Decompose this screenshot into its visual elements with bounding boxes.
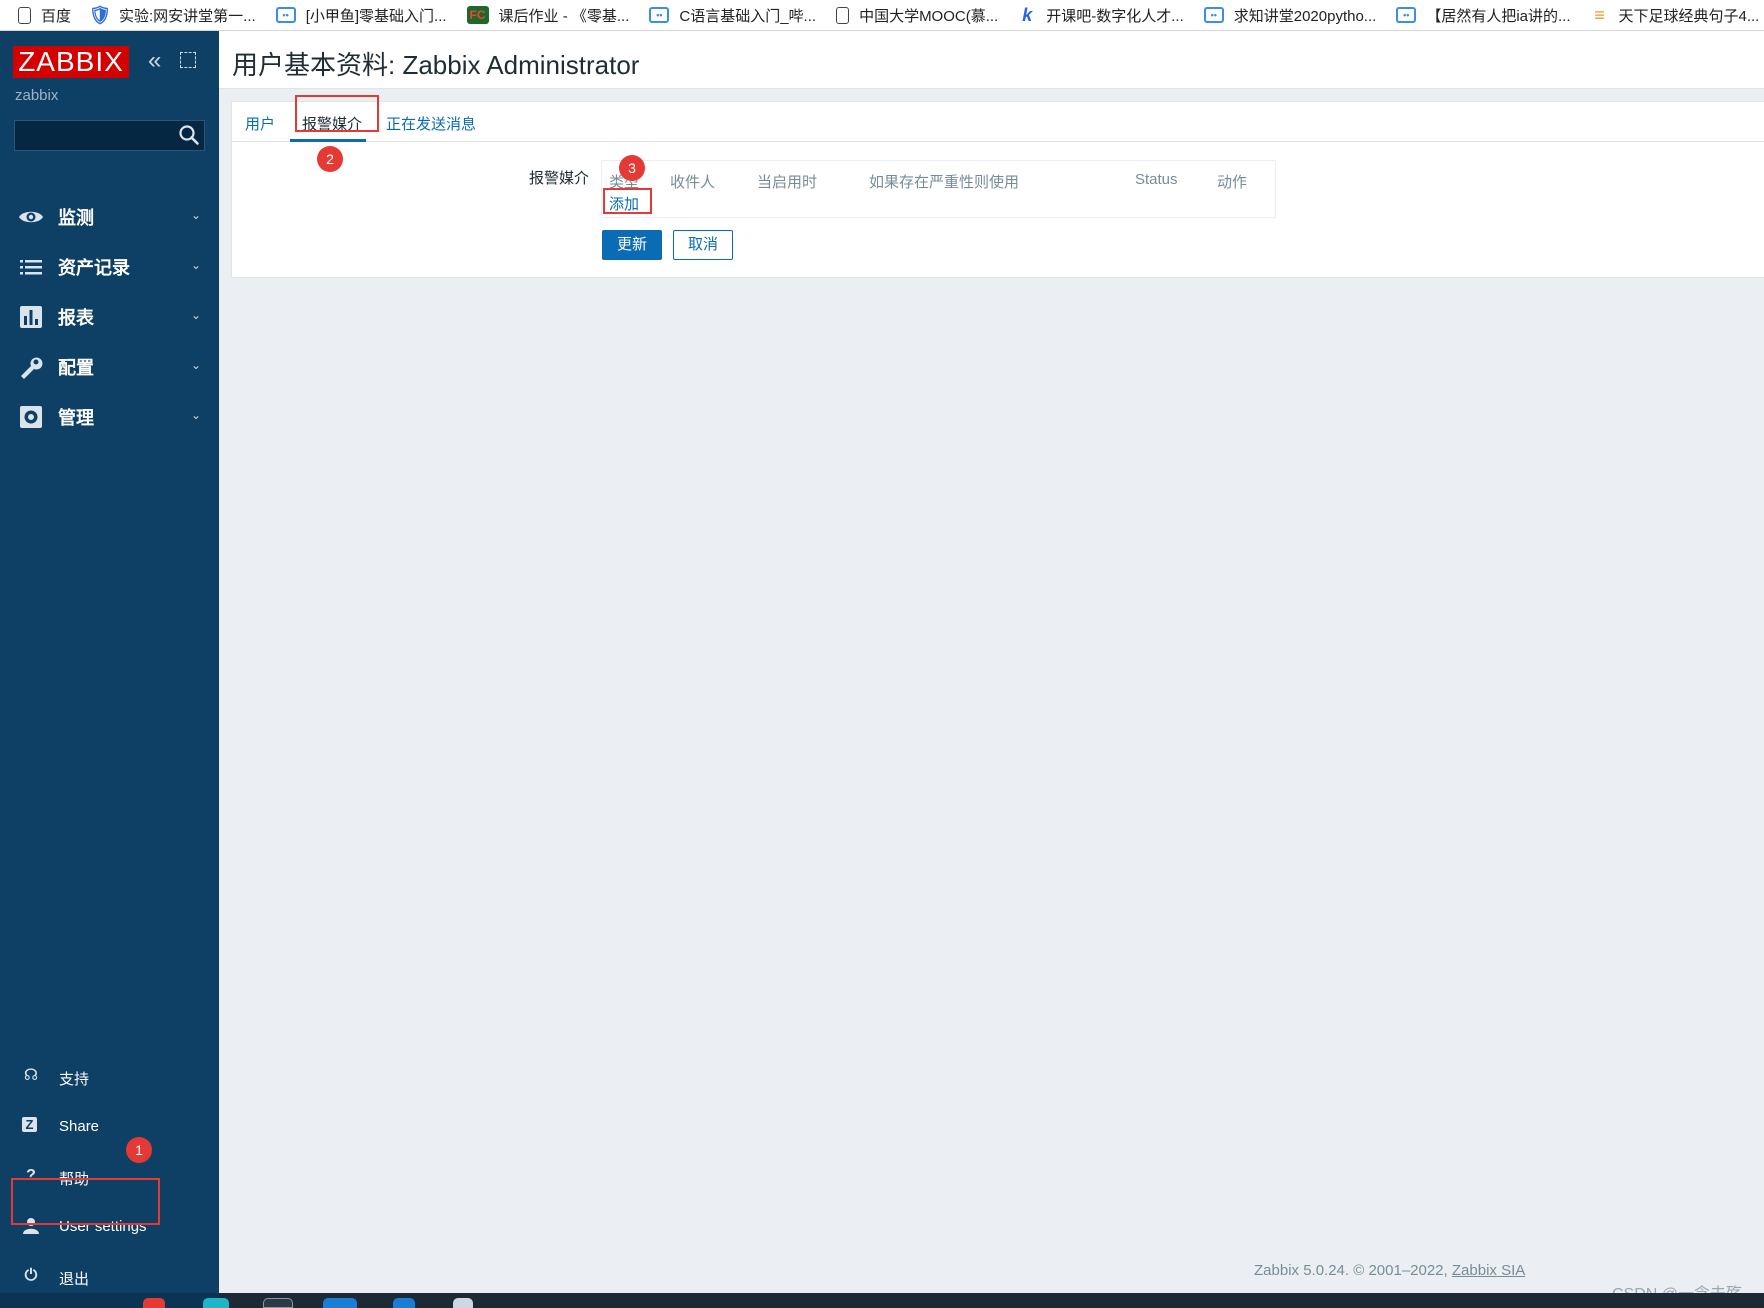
shield-icon: 🛡 (88, 4, 112, 25)
user-profile-panel: 用户 报警媒介 正在发送消息 2 报警媒介 类型 收件人 当启用时 如果存在严重… (231, 95, 1764, 278)
column-header: 如果存在严重性则使用 (869, 174, 1020, 191)
bookmark-item[interactable]: 百度 (18, 5, 71, 26)
chevron-down-icon: ⌄ (191, 408, 202, 422)
taskbar (219, 1293, 1764, 1308)
page-header: 用户基本资料: Zabbix Administrator (219, 31, 1764, 89)
kiosk-mode-icon[interactable] (180, 52, 196, 68)
chevron-down-icon: ⌄ (191, 308, 202, 322)
column-header: 动作 (1217, 174, 1248, 191)
bookmark-item[interactable]: •• C语言基础入门_哔... (649, 5, 816, 26)
column-header: 当启用时 (757, 174, 818, 191)
menu-item-monitoring[interactable]: 监测 ⌄ (0, 192, 219, 242)
doc-icon (836, 6, 850, 24)
media-label: 报警媒介 (529, 170, 590, 187)
column-header: Status (1135, 171, 1178, 188)
active-tab-indicator (290, 139, 366, 142)
bookmarks-bar: 百度 🛡 实验:网安讲堂第一... •• [小甲鱼]零基础入门... FC 课后作业 … (0, 0, 1764, 31)
page-title: 用户基本资料: Zabbix Administrator (232, 50, 640, 80)
search-input[interactable] (14, 120, 205, 151)
collapse-sidebar-icon[interactable]: « (148, 49, 161, 73)
wrench-icon (21, 357, 43, 379)
doc-icon (18, 6, 31, 24)
z-icon: ≡ (1594, 4, 1605, 25)
menu-label: 配置 (58, 358, 94, 378)
bookmark-item[interactable]: •• 【居然有人把ia讲的... (1396, 5, 1571, 26)
menu-label: 报表 (58, 308, 94, 328)
bar-chart-icon (20, 306, 42, 328)
annotation-badge: 3 (619, 155, 645, 181)
menu-label: 退出 (59, 1271, 90, 1288)
chevron-down-icon: ⌄ (191, 358, 202, 372)
list-icon (20, 260, 42, 275)
sidebar: ZABBIX « zabbix 监测 ⌄ 资产记录 ⌄ 报表 ⌄ 配置 ⌄ 管理… (0, 31, 219, 1293)
bookmark-item[interactable]: •• 求知讲堂2020pytho... (1203, 5, 1376, 26)
annotation-box (11, 1178, 160, 1225)
bottom-menu: ☊ 支持 Z Share ? 帮助 User settings ⏻ 退出 (0, 1052, 219, 1302)
search-icon[interactable] (178, 124, 200, 146)
footer-link[interactable]: Zabbix SIA (1452, 1262, 1525, 1279)
footer-text: Zabbix 5.0.24. © 2001–2022, (1254, 1262, 1452, 1279)
chevron-down-icon: ⌄ (191, 208, 202, 222)
menu-item-support[interactable]: ☊ 支持 (0, 1052, 219, 1102)
cancel-button[interactable]: 取消 (673, 230, 733, 260)
menu-label: 监测 (58, 208, 94, 228)
menu-label: 管理 (58, 408, 94, 428)
menu-label: 资产记录 (58, 258, 130, 278)
tabs: 用户 报警媒介 正在发送消息 (232, 95, 1764, 142)
annotation-box (295, 95, 379, 132)
bilibili-icon: •• (1396, 7, 1417, 23)
taskbar-app-icon[interactable] (143, 1298, 165, 1308)
media-table: 类型 收件人 当启用时 如果存在严重性则使用 Status 动作 添加 3 (601, 155, 1276, 218)
bookmark-item[interactable]: k 开课吧-数字化人才... (1018, 5, 1184, 26)
bookmark-item[interactable]: 🛡 实验:网安讲堂第一... (88, 4, 256, 26)
power-icon: ⏻ (24, 1267, 38, 1284)
annotation-box (603, 188, 652, 214)
footer: Zabbix 5.0.24. © 2001–2022, Zabbix SIA (1254, 1262, 1525, 1279)
tab-user[interactable]: 用户 (245, 113, 275, 134)
bookmark-item[interactable]: FC 课后作业 - 《零基... (466, 5, 629, 26)
bookmark-item[interactable]: 中国大学MOOC(慕... (836, 5, 998, 26)
taskbar-app-icon[interactable] (323, 1298, 357, 1308)
menu-item-share[interactable]: Z Share (0, 1102, 219, 1152)
menu-item-configuration[interactable]: 配置 ⌄ (0, 342, 219, 392)
tab-messaging[interactable]: 正在发送消息 (386, 113, 476, 134)
bilibili-icon: •• (275, 7, 296, 23)
annotation-badge: 1 (126, 1137, 152, 1163)
column-header: 收件人 (670, 174, 716, 191)
annotation-badge: 2 (317, 146, 343, 172)
taskbar (0, 1293, 219, 1308)
eye-icon (19, 211, 43, 223)
menu-label: 支持 (59, 1071, 90, 1088)
gear-icon (20, 406, 42, 428)
server-name: zabbix (15, 87, 59, 104)
bilibili-icon: •• (1203, 7, 1224, 23)
k-icon: k (1022, 4, 1033, 25)
bookmark-item[interactable]: ≡ 天下足球经典句子4... (1591, 4, 1759, 26)
taskbar-app-icon[interactable] (263, 1298, 293, 1308)
share-icon: Z (22, 1117, 37, 1132)
taskbar-app-icon[interactable] (203, 1298, 229, 1308)
bilibili-icon: •• (649, 7, 670, 23)
chevron-down-icon: ⌄ (191, 258, 202, 272)
headset-icon: ☊ (23, 1067, 39, 1084)
taskbar-app-icon[interactable] (453, 1298, 473, 1308)
fc-icon: FC (466, 6, 489, 24)
update-button[interactable]: 更新 (602, 230, 662, 260)
menu-item-inventory[interactable]: 资产记录 ⌄ (0, 242, 219, 292)
menu-item-reports[interactable]: 报表 ⌄ (0, 292, 219, 342)
main-menu: 监测 ⌄ 资产记录 ⌄ 报表 ⌄ 配置 ⌄ 管理 ⌄ (0, 192, 219, 442)
zabbix-logo[interactable]: ZABBIX (13, 46, 129, 78)
menu-item-administration[interactable]: 管理 ⌄ (0, 392, 219, 442)
bookmark-item[interactable]: •• [小甲鱼]零基础入门... (275, 5, 447, 26)
taskbar-app-icon[interactable] (393, 1298, 415, 1308)
menu-label: Share (59, 1118, 100, 1135)
